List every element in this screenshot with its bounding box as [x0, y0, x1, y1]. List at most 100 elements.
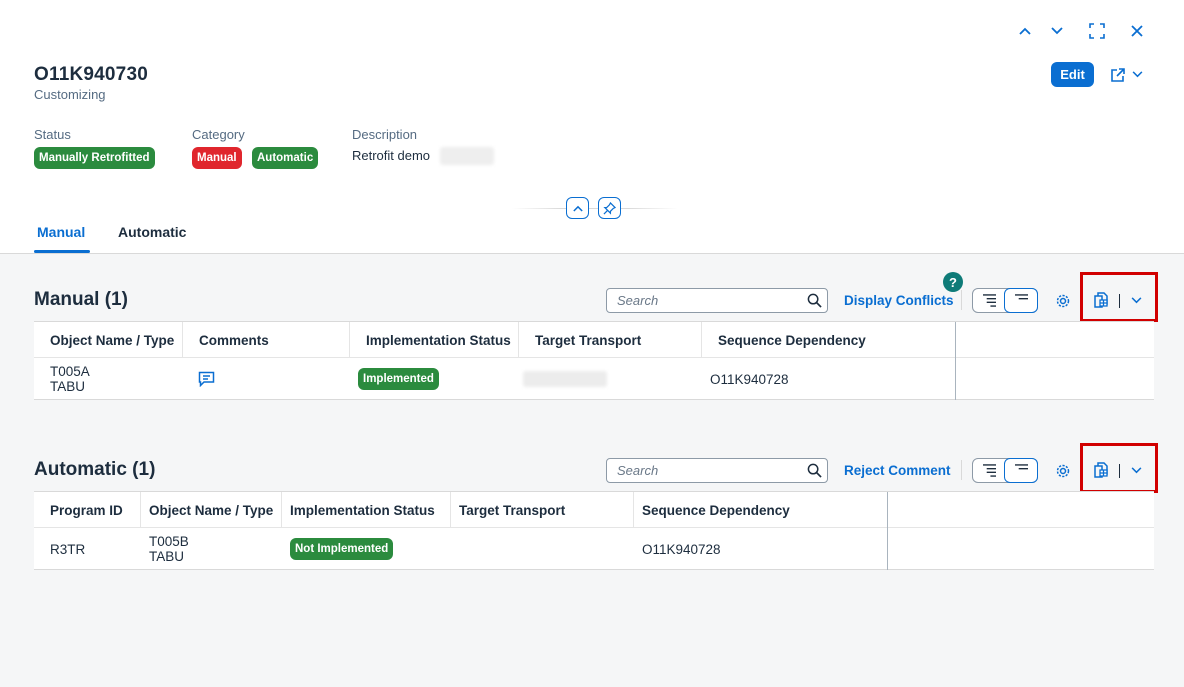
- manual-settings-button[interactable]: [1052, 290, 1074, 312]
- export-spreadsheet-icon: [1094, 462, 1108, 478]
- status-badge: Manually Retrofitted: [34, 147, 155, 169]
- object-type: TABU: [50, 379, 86, 394]
- collapse-all-button[interactable]: [1004, 288, 1038, 313]
- next-item-button[interactable]: [1046, 20, 1068, 42]
- page-title: O11K940730: [34, 64, 148, 85]
- export-spreadsheet-icon: [1094, 292, 1108, 308]
- category-badge-automatic: Automatic: [252, 147, 319, 169]
- chevron-down-icon: [1132, 71, 1142, 78]
- toolbar-separator: [961, 460, 962, 480]
- gear-icon: [1056, 294, 1070, 308]
- share-menu-button[interactable]: [1104, 62, 1148, 87]
- pin-icon: [603, 201, 616, 215]
- automatic-view-toggle[interactable]: [972, 458, 1038, 483]
- table-header-row: Program ID Object Name / Type Implementa…: [34, 492, 1154, 528]
- expand-all-button[interactable]: [973, 289, 1005, 312]
- share-icon: [1110, 67, 1125, 82]
- split-separator: [1119, 293, 1120, 308]
- chevron-up-icon: [1019, 27, 1031, 35]
- sequence-dependency-cell: O11K940728: [642, 541, 721, 557]
- column-header[interactable]: Implementation Status: [282, 492, 451, 528]
- column-header[interactable]: Object Name / Type: [141, 492, 282, 528]
- object-name-cell: T005A TABU: [34, 358, 183, 400]
- automatic-search-input[interactable]: Search: [606, 458, 828, 483]
- target-transport-cell: [519, 358, 702, 400]
- automatic-settings-button[interactable]: [1052, 460, 1074, 482]
- column-header[interactable]: Program ID: [34, 492, 141, 528]
- tab-automatic[interactable]: Automatic: [118, 224, 186, 240]
- reject-comment-button[interactable]: Reject Comment: [844, 463, 951, 478]
- redacted-text: [440, 147, 494, 165]
- table-row[interactable]: R3TR T005B TABU Not Implemented O11K9407…: [34, 528, 1154, 570]
- implementation-status-cell: Implemented: [350, 358, 519, 400]
- description-label: Description: [352, 127, 418, 142]
- close-button[interactable]: [1126, 20, 1148, 42]
- split-separator: [1119, 463, 1120, 478]
- automatic-section-title: Automatic (1): [34, 459, 156, 480]
- implementation-status-cell: Not Implemented: [282, 528, 451, 570]
- table-header-row: Object Name / Type Comments Implementati…: [34, 322, 1154, 358]
- collapse-all-button[interactable]: [1004, 458, 1038, 483]
- table-row[interactable]: T005A TABU Implemented O11K940728: [34, 358, 1154, 400]
- display-conflicts-button[interactable]: Display Conflicts: [844, 293, 954, 308]
- column-header[interactable]: Comments: [183, 322, 350, 358]
- expand-list-icon: [982, 464, 996, 477]
- description-value: Retrofit demo: [352, 148, 431, 163]
- manual-section-title: Manual (1): [34, 289, 128, 310]
- collapse-list-icon: [1014, 294, 1028, 300]
- manual-search-input[interactable]: Search: [606, 288, 828, 313]
- status-badge: Not Implemented: [290, 538, 394, 560]
- full-screen-button[interactable]: [1086, 20, 1108, 42]
- expand-list-icon: [982, 294, 996, 307]
- redacted-transport: [523, 371, 607, 387]
- chevron-down-icon[interactable]: [1131, 467, 1142, 474]
- chevron-down-icon: [1051, 27, 1063, 35]
- tab-manual[interactable]: Manual: [37, 224, 85, 240]
- gear-icon: [1056, 464, 1070, 478]
- manual-view-toggle[interactable]: [972, 288, 1038, 313]
- category-label: Category: [192, 127, 245, 142]
- manual-export-menu[interactable]: [1092, 288, 1148, 313]
- column-header[interactable]: Object Name / Type: [34, 322, 183, 358]
- full-screen-icon: [1089, 23, 1105, 39]
- toolbar-separator: [961, 290, 962, 310]
- close-icon: [1131, 25, 1143, 37]
- expand-all-button[interactable]: [973, 459, 1005, 482]
- object-name-cell: T005B TABU: [141, 528, 282, 570]
- collapse-header-button[interactable]: [566, 197, 589, 219]
- pin-header-button[interactable]: [598, 197, 621, 219]
- tab-active-indicator: [34, 250, 90, 253]
- program-id-cell: R3TR: [50, 541, 86, 557]
- object-type: TABU: [149, 549, 185, 564]
- edit-button[interactable]: Edit: [1051, 62, 1094, 87]
- sequence-dependency-cell: O11K940728: [710, 371, 789, 387]
- chevron-up-icon: [572, 205, 583, 212]
- search-placeholder: Search: [617, 293, 659, 308]
- collapse-list-icon: [1014, 464, 1028, 470]
- category-badge-manual: Manual: [192, 147, 242, 169]
- status-badge: Implemented: [358, 368, 439, 390]
- column-header[interactable]: Target Transport: [451, 492, 634, 528]
- help-icon[interactable]: ?: [943, 272, 963, 292]
- search-placeholder: Search: [617, 463, 659, 478]
- target-transport-cell: [451, 528, 634, 570]
- search-icon[interactable]: [801, 463, 827, 478]
- previous-item-button[interactable]: [1014, 20, 1036, 42]
- status-label: Status: [34, 127, 71, 142]
- object-name: T005B: [149, 534, 189, 549]
- column-header[interactable]: Target Transport: [519, 322, 702, 358]
- column-header[interactable]: Sequence Dependency: [702, 322, 956, 358]
- header-divider: [512, 208, 678, 209]
- column-header[interactable]: Implementation Status: [350, 322, 519, 358]
- object-page-header: O11K940730 Customizing Edit Status Manua…: [0, 0, 1184, 254]
- column-header[interactable]: Sequence Dependency: [634, 492, 888, 528]
- comment-icon[interactable]: [198, 371, 215, 387]
- search-icon[interactable]: [801, 293, 827, 308]
- chevron-down-icon[interactable]: [1131, 297, 1142, 304]
- column-end-line: [955, 322, 956, 400]
- column-end-line: [887, 492, 888, 570]
- page-subtitle: Customizing: [34, 87, 106, 102]
- object-name: T005A: [50, 364, 90, 379]
- automatic-export-menu[interactable]: [1092, 458, 1148, 483]
- manual-table: Object Name / Type Comments Implementati…: [34, 321, 1154, 400]
